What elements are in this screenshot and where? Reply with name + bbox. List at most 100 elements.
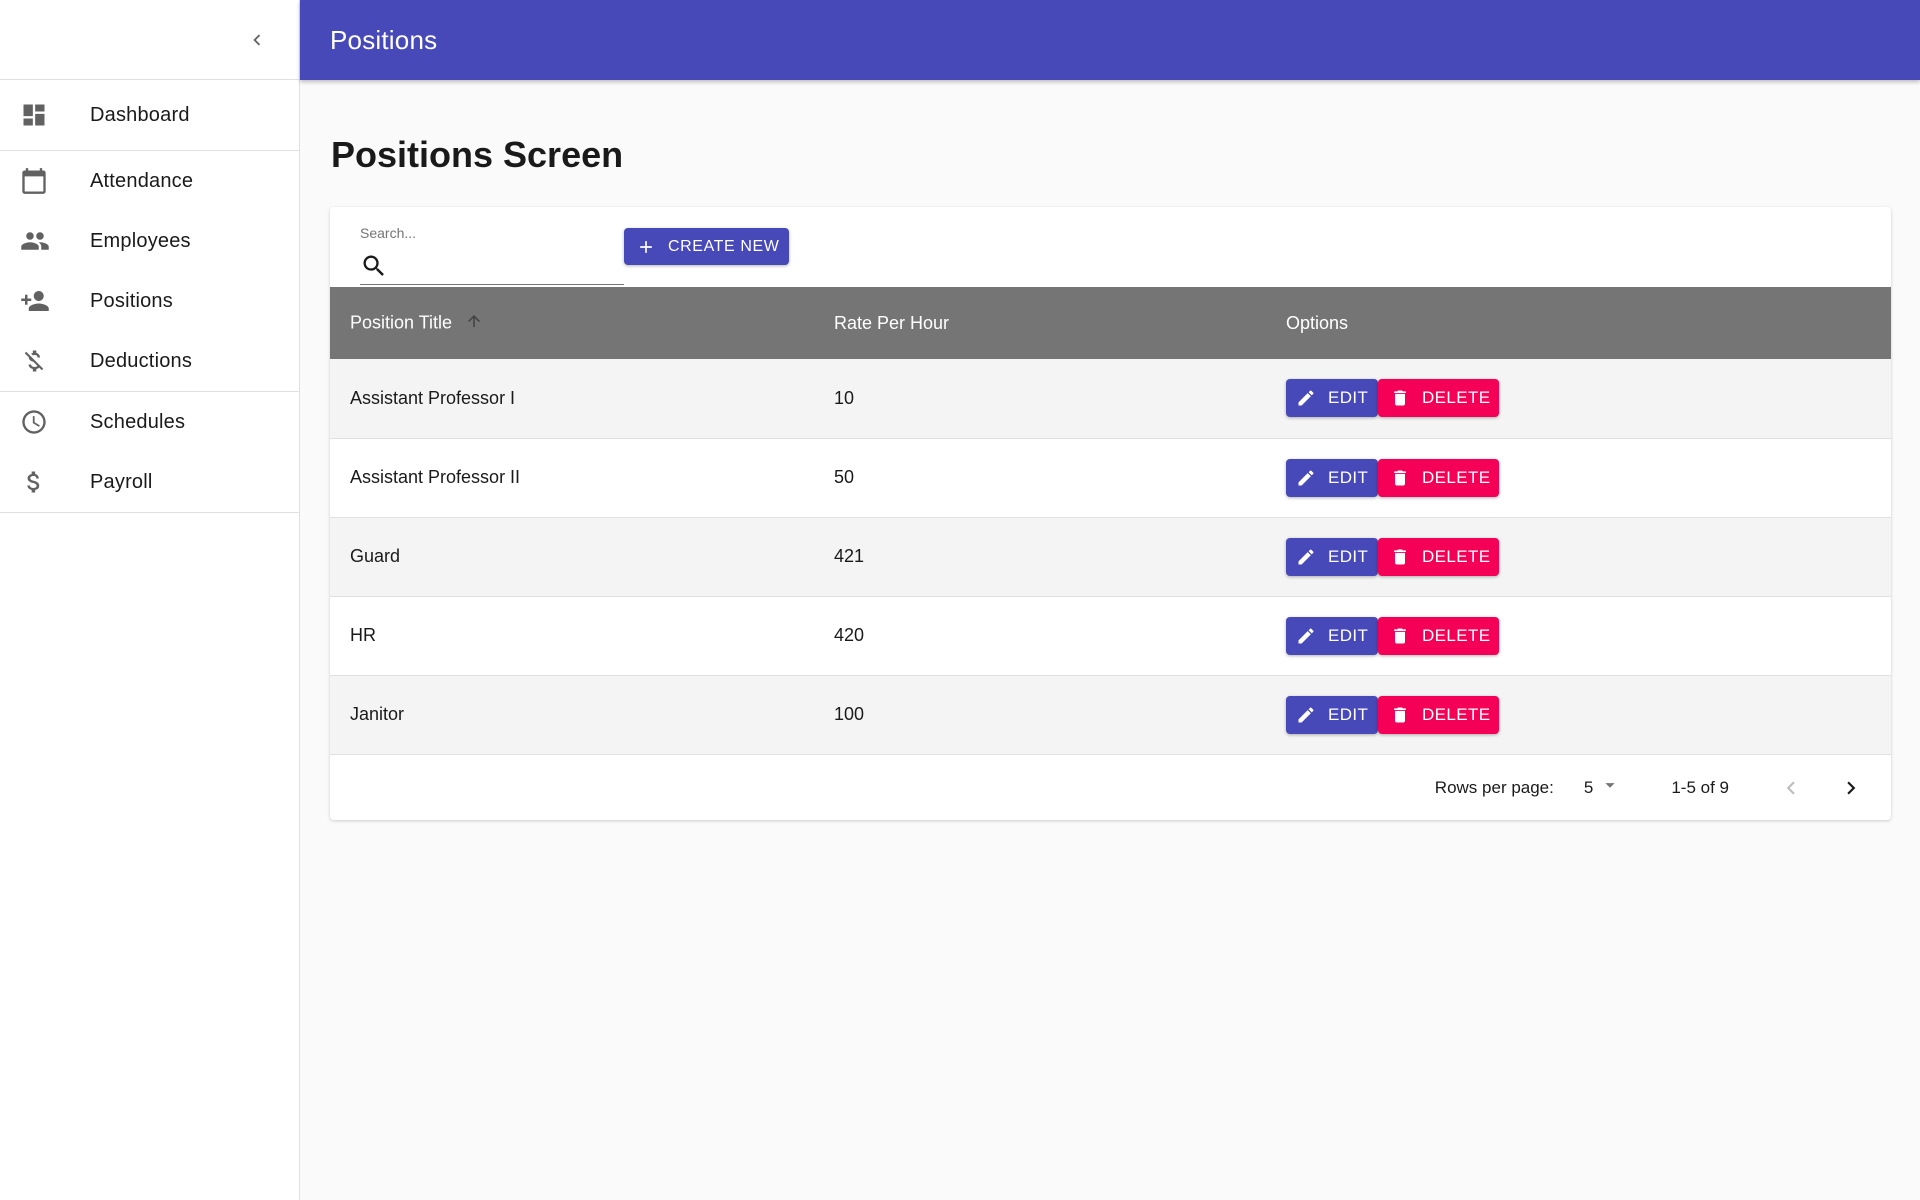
rows-per-page-value: 5 [1583,777,1594,797]
sidebar-item-label: Dashboard [90,103,190,126]
table-row: Guard 421 EDIT DELETE [330,517,1891,596]
sidebar-item-positions[interactable]: Positions [0,271,299,331]
chevron-right-icon [1847,781,1856,794]
trash-icon [1390,626,1410,646]
sidebar-item-schedules[interactable]: Schedules [0,392,299,452]
trash-icon [1390,705,1410,725]
page-title: Positions Screen [331,134,624,175]
search-label: Search... [360,225,417,241]
previous-page-button[interactable] [1771,768,1811,808]
sidebar-item-label: Attendance [90,169,194,192]
edit-button[interactable]: EDIT [1286,537,1378,576]
cell-options: EDIT DELETE [1286,675,1891,754]
nav-group-main: Dashboard [0,80,299,151]
create-new-button[interactable]: CREATE NEW [624,228,789,265]
table-pagination: Rows per page: 5 1-5 of 9 [330,755,1891,821]
positions-table: Position Title Rate Per Hour Options Ass… [330,287,1891,755]
edit-button[interactable]: EDIT [1286,458,1378,497]
nav-group-payroll: Schedules Payroll [0,392,299,513]
delete-button[interactable]: DELETE [1378,537,1499,576]
delete-button[interactable]: DELETE [1378,616,1499,655]
edit-label: EDIT [1328,467,1369,487]
edit-button[interactable]: EDIT [1286,379,1378,418]
trash-icon [1390,388,1410,408]
sidebar: Dashboard Attendance Employees Positions [0,0,300,1200]
delete-button[interactable]: DELETE [1378,458,1499,497]
app-bar: Positions [300,0,1920,80]
arrow-up-icon [465,312,483,335]
rows-per-page-label: Rows per page: [1434,777,1554,797]
pagination-range: 1-5 of 9 [1671,777,1729,797]
sidebar-item-employees[interactable]: Employees [0,211,299,271]
cell-rate: 100 [834,704,865,724]
table-row: Assistant Professor II 50 EDIT DELETE [330,438,1891,517]
pencil-icon [1296,547,1316,567]
money-off-icon [0,347,90,375]
column-header-options: Options [1286,312,1349,333]
table-row: Janitor 100 EDIT DELETE [330,675,1891,754]
next-page-button[interactable] [1831,768,1871,808]
edit-button[interactable]: EDIT [1286,616,1378,655]
pencil-icon [1296,705,1316,725]
delete-label: DELETE [1422,467,1491,487]
table-row: Assistant Professor I 10 EDIT DELETE [330,359,1891,438]
delete-label: DELETE [1422,704,1491,724]
cell-position-title: Guard [350,546,401,566]
pencil-icon [1296,388,1316,408]
sidebar-header [0,0,299,80]
edit-label: EDIT [1328,546,1369,566]
cell-rate: 50 [834,467,855,487]
search-icon [360,252,388,285]
sidebar-item-label: Deductions [90,349,193,372]
sidebar-item-attendance[interactable]: Attendance [0,151,299,211]
plus-icon [636,237,656,257]
sidebar-item-deductions[interactable]: Deductions [0,331,299,391]
chevron-left-icon [253,34,261,46]
table-header-row: Position Title Rate Per Hour Options [330,287,1891,359]
calendar-icon [0,167,90,195]
cell-position-title: Assistant Professor I [350,387,516,408]
cell-rate: 421 [834,546,865,566]
sidebar-item-dashboard[interactable]: Dashboard [0,80,299,150]
person-add-icon [0,286,90,316]
collapse-sidebar-button[interactable] [242,25,272,55]
delete-label: DELETE [1422,546,1491,566]
delete-label: DELETE [1422,388,1491,408]
delete-button[interactable]: DELETE [1378,695,1499,734]
create-new-label: CREATE NEW [668,237,780,255]
dollar-icon [0,468,90,496]
people-icon [0,226,90,256]
cell-options: EDIT DELETE [1286,517,1891,596]
positions-card: Search... CREATE NEW Position Title Rate… [330,207,1891,820]
nav-group-people: Attendance Employees Positions Deduction… [0,151,299,392]
column-header-position-title[interactable]: Position Title [330,287,834,359]
sidebar-item-label: Positions [90,289,173,312]
cell-options: EDIT DELETE [1286,596,1891,675]
delete-label: DELETE [1422,625,1491,645]
sidebar-item-label: Schedules [90,410,186,433]
edit-label: EDIT [1328,704,1369,724]
search-field[interactable]: Search... [360,217,624,285]
rows-per-page-select[interactable]: 5 [1584,774,1627,801]
app-bar-title: Positions [330,24,438,55]
pencil-icon [1296,626,1316,646]
sidebar-item-payroll[interactable]: Payroll [0,452,299,512]
delete-button[interactable]: DELETE [1378,379,1499,418]
search-input[interactable] [396,249,620,279]
dashboard-icon [0,101,90,129]
edit-label: EDIT [1328,625,1369,645]
cell-position-title: Janitor [350,704,405,724]
cell-options: EDIT DELETE [1286,359,1891,438]
cell-position-title: Assistant Professor II [350,467,521,487]
trash-icon [1390,468,1410,488]
table-row: HR 420 EDIT DELETE [330,596,1891,675]
cell-rate: 10 [834,387,855,408]
edit-button[interactable]: EDIT [1286,695,1378,734]
sidebar-item-label: Payroll [90,470,153,493]
table-toolbar: Search... CREATE NEW [330,207,1891,287]
chevron-left-icon [1786,781,1795,794]
edit-label: EDIT [1328,388,1369,408]
clock-icon [0,408,90,436]
cell-options: EDIT DELETE [1286,438,1891,517]
cell-rate: 420 [834,625,865,645]
